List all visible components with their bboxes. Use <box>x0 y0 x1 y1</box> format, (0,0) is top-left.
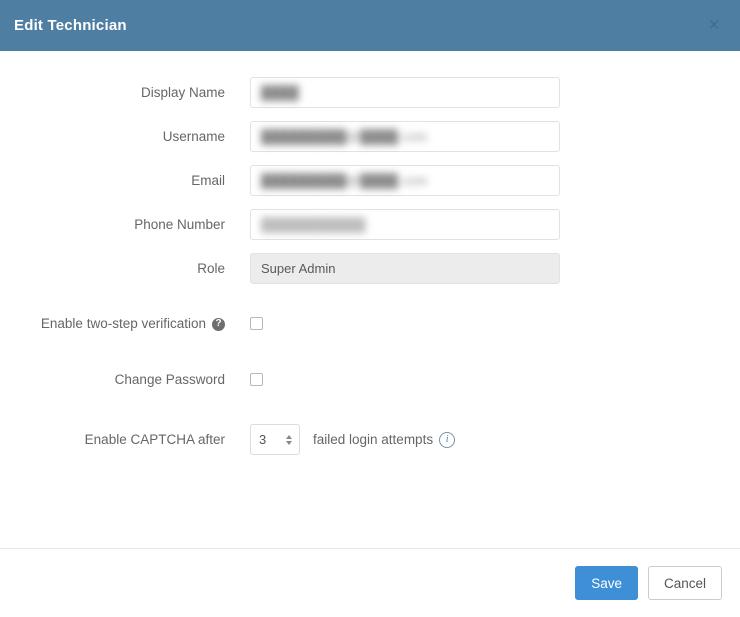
email-input[interactable]: █████████@████.com <box>250 165 560 196</box>
two-step-verification-checkbox[interactable] <box>250 317 263 330</box>
two-step-verification-control <box>250 317 740 330</box>
form-row-two-step-verification: Enable two-step verification? <box>0 316 740 331</box>
display-name-control: ████ <box>250 77 740 108</box>
display-name-value: ████ <box>261 85 300 100</box>
save-button[interactable]: Save <box>575 566 638 600</box>
captcha-label: Enable CAPTCHA after <box>84 432 225 447</box>
form-row-change-password: Change Password <box>0 372 740 387</box>
chevron-up-icon[interactable] <box>286 434 292 439</box>
two-step-verification-label: Enable two-step verification? <box>0 316 250 331</box>
form-row-phone-number: Phone Number ███████████ <box>0 209 740 240</box>
chevron-down-icon[interactable] <box>286 440 292 445</box>
dialog-body: Display Name ████ Username █████████@███… <box>0 51 740 548</box>
captcha-attempts-value: 3 <box>259 432 267 447</box>
captcha-suffix: failed login attempts i <box>313 431 456 448</box>
role-label: Role <box>197 261 225 276</box>
captcha-suffix-text: failed login attempts <box>313 432 434 447</box>
username-control: █████████@████.com <box>250 121 740 152</box>
phone-number-input[interactable]: ███████████ <box>250 209 560 240</box>
edit-technician-dialog: Edit Technician × Display Name ████ User… <box>0 0 740 617</box>
close-icon[interactable]: × <box>704 16 724 36</box>
phone-number-control: ███████████ <box>250 209 740 240</box>
cancel-button[interactable]: Cancel <box>647 566 722 600</box>
role-value: Super Admin <box>261 261 336 276</box>
info-icon[interactable]: i <box>439 431 456 448</box>
phone-number-label: Phone Number <box>134 217 225 232</box>
dialog-title: Edit Technician <box>14 17 127 34</box>
role-control: Super Admin <box>250 253 740 284</box>
form-row-display-name: Display Name ████ <box>0 77 740 108</box>
username-input[interactable]: █████████@████.com <box>250 121 560 152</box>
captcha-control: 3 failed login attempts i <box>250 424 740 455</box>
dialog-footer: Save Cancel <box>0 548 740 617</box>
phone-number-value: ███████████ <box>261 217 366 232</box>
captcha-attempts-stepper[interactable]: 3 <box>250 424 300 455</box>
form-row-username: Username █████████@████.com <box>0 121 740 152</box>
email-control: █████████@████.com <box>250 165 740 196</box>
change-password-label: Change Password <box>114 372 225 387</box>
form-row-captcha: Enable CAPTCHA after 3 failed login atte… <box>0 424 740 455</box>
change-password-checkbox[interactable] <box>250 373 263 386</box>
email-label: Email <box>191 173 225 188</box>
username-value: █████████@████.com <box>261 129 428 144</box>
change-password-control <box>250 373 740 386</box>
display-name-label: Display Name <box>140 85 225 100</box>
form-row-role: Role Super Admin <box>0 253 740 284</box>
stepper-arrows[interactable] <box>286 434 295 445</box>
email-value: █████████@████.com <box>261 173 428 188</box>
display-name-input[interactable]: ████ <box>250 77 560 108</box>
username-label: Username <box>162 129 225 144</box>
role-field: Super Admin <box>250 253 560 284</box>
two-step-verification-label-text: Enable two-step verification <box>40 316 206 331</box>
dialog-header: Edit Technician × <box>0 0 740 51</box>
question-mark-icon[interactable]: ? <box>212 317 225 331</box>
form-row-email: Email █████████@████.com <box>0 165 740 196</box>
